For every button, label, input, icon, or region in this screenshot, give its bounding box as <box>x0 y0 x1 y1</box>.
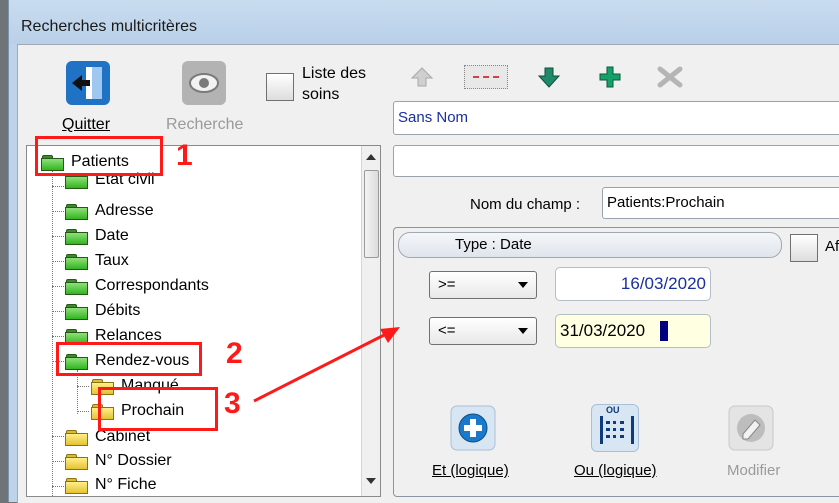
operator-select-1[interactable]: >= <box>429 271 537 299</box>
tree-item-debits[interactable]: Débits <box>65 299 140 323</box>
scroll-up-button[interactable] <box>366 154 376 160</box>
arrow-down-icon[interactable] <box>537 65 561 89</box>
type-label: Type : Date <box>455 236 532 253</box>
tree-item-taux[interactable]: Taux <box>65 249 129 273</box>
field-name-label: Nom du champ : <box>470 196 581 213</box>
modify-button[interactable]: Modifier <box>710 404 820 484</box>
tree-item-label: Adresse <box>95 202 154 219</box>
folder-icon <box>65 477 88 494</box>
separator-line-icon[interactable] <box>464 65 508 89</box>
folder-icon <box>65 203 88 220</box>
arrow-up-icon[interactable] <box>410 65 434 89</box>
tree-item-label: Taux <box>95 252 129 269</box>
search-second-input[interactable] <box>393 145 839 177</box>
folder-icon <box>65 303 88 320</box>
eraser-icon <box>728 405 774 451</box>
value-input-2[interactable]: 31/03/2020 <box>555 314 711 348</box>
search-name-value: Sans Nom <box>398 109 469 126</box>
window-client-area: Quitter Recherche Liste des soins Patien… <box>17 44 839 503</box>
annotation-number-3: 3 <box>224 387 241 420</box>
modify-label: Modifier <box>727 462 781 479</box>
and-logic-button[interactable]: Et (logique) <box>422 404 532 484</box>
annotation-number-2: 2 <box>226 337 243 370</box>
operator-select-2[interactable]: <= <box>429 317 537 345</box>
folder-icon <box>65 253 88 270</box>
scroll-down-button[interactable] <box>366 478 376 484</box>
care-list-label-line2: soins <box>302 86 340 103</box>
quit-label: Quitter <box>62 116 111 133</box>
value-input-1[interactable]: 16/03/2020 <box>555 267 711 301</box>
field-name-value: Patients:Prochain <box>607 194 725 211</box>
text-cursor <box>660 321 668 341</box>
tree-item-label: Correspondants <box>95 277 209 294</box>
or-logic-button[interactable]: OU Ou (logique) <box>564 404 674 484</box>
tree-item-adresse[interactable]: Adresse <box>65 199 154 223</box>
quit-button[interactable]: Quitter <box>54 59 124 139</box>
tree-item-label: N° Fiche <box>95 476 157 493</box>
plus-icon[interactable] <box>598 65 622 89</box>
tree-item-label: N° Dossier <box>95 452 172 469</box>
annotation-arrow <box>253 327 400 403</box>
eye-icon <box>182 61 226 105</box>
title-bar: Recherches multicritères <box>9 0 839 44</box>
care-list-label-line1: Liste des <box>302 65 367 82</box>
annotation-box-2 <box>56 342 202 376</box>
tree-item-correspondants[interactable]: Correspondants <box>65 274 209 298</box>
value-text-1: 16/03/2020 <box>620 274 706 293</box>
delete-cross-icon[interactable] <box>656 65 684 89</box>
chevron-down-icon <box>518 282 528 288</box>
folder-icon <box>65 278 88 295</box>
tree-item-label: Date <box>95 227 129 244</box>
plus-circle-icon <box>450 405 496 451</box>
annotation-box-3 <box>98 387 218 431</box>
annotation-box-1 <box>35 136 163 176</box>
type-label-bar: Type : Date <box>398 232 782 258</box>
annotation-number-1: 1 <box>176 139 193 172</box>
folder-icon <box>65 228 88 245</box>
tree-item-label: Débits <box>95 302 141 319</box>
affi-checkbox[interactable] <box>790 234 818 262</box>
list-or-icon: OU <box>591 404 639 452</box>
criteria-panel: Type : Date Affi >= 16/03/2020 <= 31/03/… <box>393 227 839 497</box>
scroll-thumb[interactable] <box>364 170 379 258</box>
search-button[interactable]: Recherche <box>158 59 248 139</box>
tree-item-date[interactable]: Date <box>65 224 129 248</box>
folder-icon <box>65 429 88 446</box>
tree-item-n-dossier[interactable]: N° Dossier <box>65 449 172 473</box>
tree-item-n-fiche[interactable]: N° Fiche <box>65 473 157 496</box>
value-text-2: 31/03/2020 <box>560 321 646 340</box>
affi-label: Affi <box>825 238 839 255</box>
folder-icon <box>65 453 88 470</box>
main-window: Recherches multicritères Quitter Recherc… <box>8 0 839 503</box>
search-label: Recherche <box>166 116 244 133</box>
exit-door-icon <box>66 61 110 105</box>
or-icon-text: OU <box>606 405 620 415</box>
chevron-down-icon <box>518 328 528 334</box>
or-logic-label: Ou (logique) <box>574 462 657 479</box>
window-title: Recherches multicritères <box>21 18 198 35</box>
search-name-input[interactable]: Sans Nom <box>393 101 839 135</box>
field-name-input[interactable]: Patients:Prochain <box>602 187 839 219</box>
operator-value-1: >= <box>438 276 456 293</box>
care-list-checkbox[interactable] <box>266 73 294 101</box>
operator-value-2: <= <box>438 322 456 339</box>
and-logic-label: Et (logique) <box>432 462 509 479</box>
